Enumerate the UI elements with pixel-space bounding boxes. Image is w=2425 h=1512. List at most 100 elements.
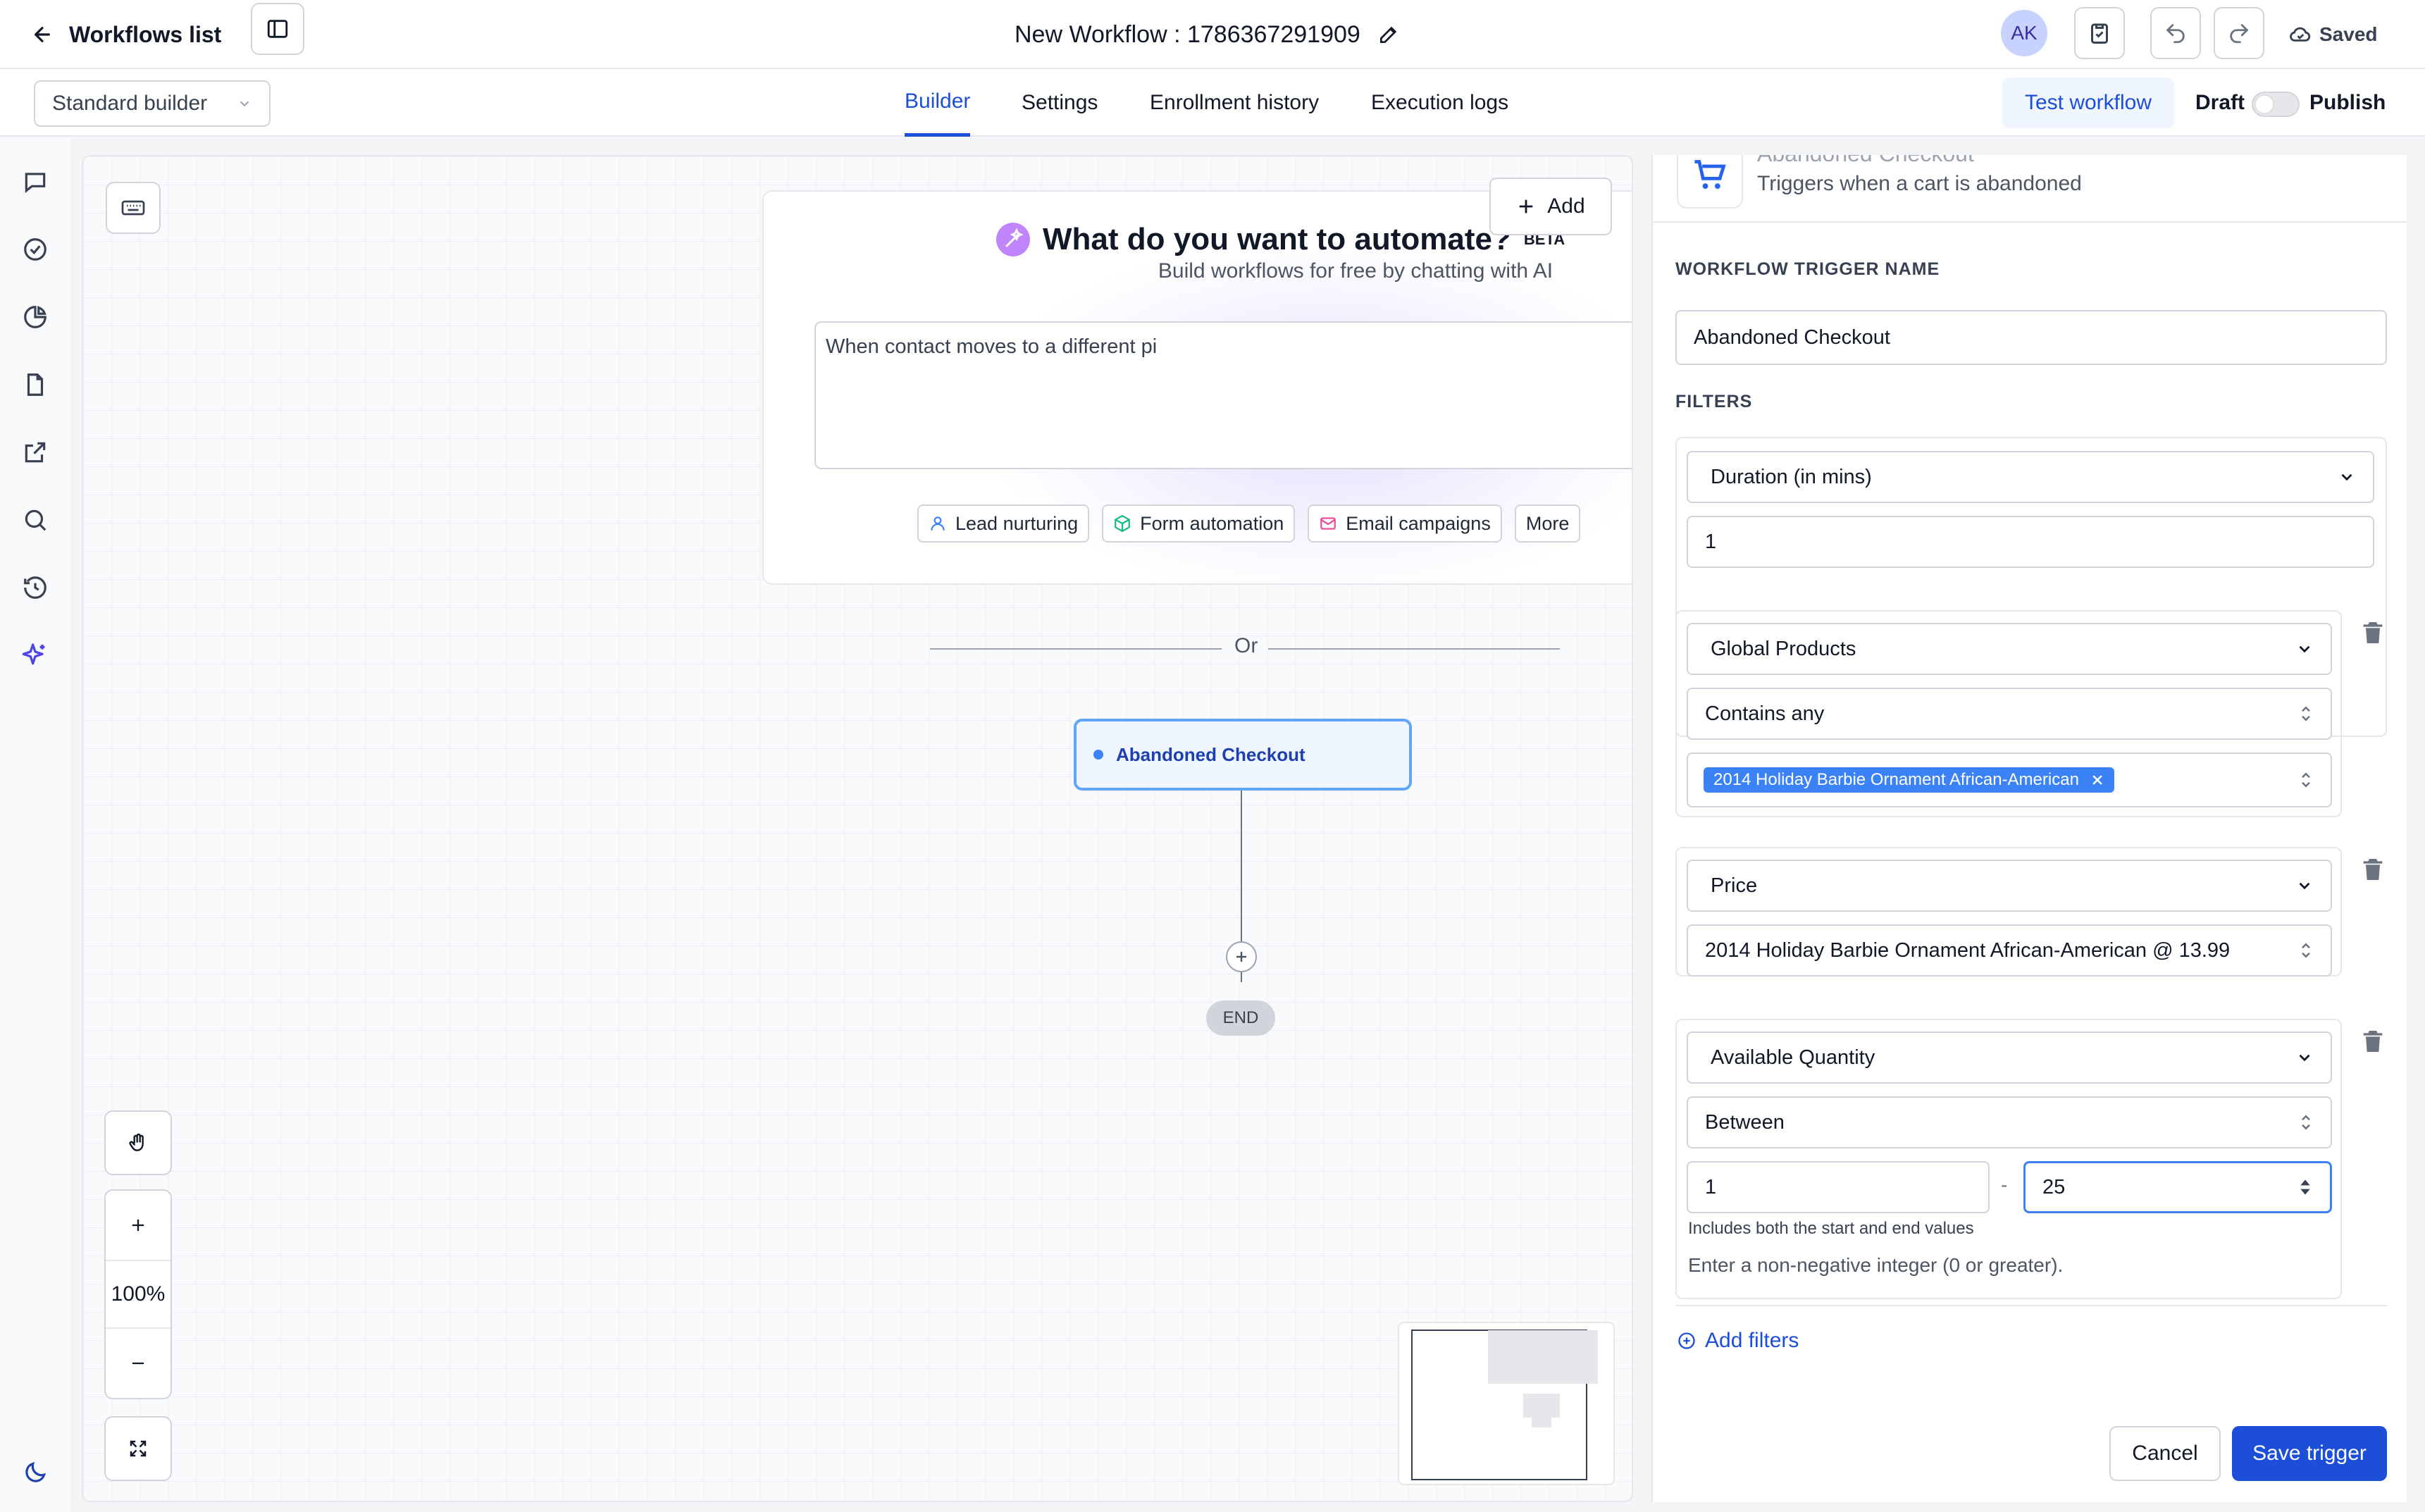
- builder-mode-select[interactable]: Standard builder: [34, 80, 271, 127]
- range-hint: Includes both the start and end values: [1688, 1219, 1974, 1238]
- selected-product-tag[interactable]: 2014 Holiday Barbie Ornament African-Ame…: [1704, 767, 2114, 793]
- canvas-minimap[interactable]: [1398, 1322, 1615, 1485]
- chip-more[interactable]: More: [1514, 504, 1581, 543]
- chip-label: Form automation: [1140, 512, 1284, 534]
- expand-icon: [128, 1438, 149, 1459]
- duration-input[interactable]: 1: [1687, 516, 2374, 568]
- document-icon[interactable]: [20, 369, 51, 400]
- end-node: END: [1206, 1000, 1275, 1036]
- chip-email-campaigns[interactable]: Email campaigns: [1308, 504, 1502, 543]
- minus-icon: [132, 1362, 144, 1365]
- divider-right: [1268, 648, 1560, 650]
- chevron-down-icon: [237, 96, 252, 111]
- trash-icon: [2363, 622, 2383, 643]
- check-circle-icon[interactable]: [20, 234, 51, 265]
- operator-select[interactable]: Contains any: [1687, 688, 2332, 740]
- chip-form-automation[interactable]: Form automation: [1102, 504, 1296, 543]
- close-icon[interactable]: [2090, 773, 2104, 787]
- history-icon[interactable]: [20, 572, 51, 603]
- product-multiselect[interactable]: 2014 Holiday Barbie Ornament African-Ame…: [1687, 752, 2332, 807]
- divider-left: [930, 648, 1222, 650]
- chevron-down-icon: [2338, 468, 2356, 486]
- ai-wand-icon: [996, 223, 1030, 256]
- range-help-text: Enter a non-negative integer (0 or great…: [1688, 1254, 2064, 1276]
- redo-icon: [2227, 21, 2251, 45]
- trigger-type-description: Triggers when a cart is abandoned: [1757, 172, 2082, 195]
- trigger-node-label: Abandoned Checkout: [1116, 743, 1305, 765]
- filter-field-select[interactable]: Price: [1687, 860, 2332, 912]
- chevron-updown-icon: [2298, 1112, 2314, 1133]
- ai-prompt-input[interactable]: When contact moves to a different pi: [814, 321, 1632, 469]
- delete-filter-button[interactable]: [2359, 854, 2387, 885]
- workflow-canvas[interactable]: What do you want to automate? BETA Build…: [82, 155, 1633, 1502]
- ai-prompt-value: When contact moves to a different pi: [826, 335, 1158, 358]
- builder-toolbar: Standard builder Builder Settings Enroll…: [0, 69, 2425, 137]
- tab-builder[interactable]: Builder: [905, 69, 971, 137]
- pan-tool-button[interactable]: [104, 1110, 172, 1175]
- cart-icon: [1677, 155, 1743, 209]
- builder-mode-value: Standard builder: [52, 92, 208, 115]
- filter-field-value: Global Products: [1711, 637, 1856, 660]
- zoom-in-button[interactable]: [106, 1191, 170, 1260]
- workflow-notes-button[interactable]: [2074, 7, 2125, 59]
- quantity-min-input[interactable]: 1: [1687, 1161, 1990, 1213]
- undo-icon: [2164, 21, 2188, 45]
- trash-icon: [2363, 1031, 2383, 1052]
- delete-filter-button[interactable]: [2359, 617, 2387, 648]
- pencil-icon[interactable]: [1377, 23, 1400, 46]
- chevron-down-icon: [2295, 1048, 2314, 1067]
- redo-button[interactable]: [2214, 7, 2264, 59]
- number-stepper-icon[interactable]: [2297, 1176, 2313, 1198]
- tab-enrollment-history[interactable]: Enrollment history: [1150, 69, 1319, 137]
- node-status-dot: [1093, 750, 1103, 760]
- user-avatar[interactable]: AK: [2001, 10, 2047, 56]
- operator-select[interactable]: Between: [1687, 1096, 2332, 1148]
- add-filters-label: Add filters: [1705, 1329, 1799, 1352]
- chip-lead-nurturing[interactable]: Lead nurturing: [917, 504, 1090, 543]
- search-icon[interactable]: [20, 504, 51, 535]
- or-label: Or: [1234, 634, 1258, 657]
- add-action-button[interactable]: Add: [1489, 178, 1612, 235]
- cube-icon: [1113, 514, 1131, 533]
- zoom-controls: 100%: [104, 1189, 172, 1399]
- delete-filter-button[interactable]: [2359, 1026, 2387, 1057]
- filter-field-select[interactable]: Available Quantity: [1687, 1031, 2332, 1084]
- add-step-button[interactable]: [1226, 941, 1257, 972]
- toggle-sidebar-button[interactable]: [251, 3, 304, 55]
- keyboard-icon: [120, 195, 146, 221]
- trigger-name-input[interactable]: Abandoned Checkout: [1675, 310, 2387, 365]
- keyboard-shortcuts-button[interactable]: [106, 182, 161, 234]
- save-trigger-button[interactable]: Save trigger: [2232, 1426, 2387, 1481]
- undo-button[interactable]: [2150, 7, 2201, 59]
- chat-icon[interactable]: [20, 166, 51, 197]
- add-filters-button[interactable]: Add filters: [1677, 1329, 1799, 1353]
- tab-execution-logs[interactable]: Execution logs: [1371, 69, 1508, 137]
- filters-divider: [1675, 1305, 2387, 1306]
- fit-view-button[interactable]: [104, 1416, 172, 1481]
- sidebar-panel-icon: [266, 17, 290, 41]
- test-workflow-button[interactable]: Test workflow: [2002, 78, 2174, 128]
- back-to-workflows-link[interactable]: Workflows list: [31, 13, 221, 56]
- hand-icon: [127, 1132, 149, 1154]
- clipboard-check-icon: [2087, 20, 2112, 46]
- sparkles-icon[interactable]: [20, 640, 51, 671]
- zoom-out-button[interactable]: [106, 1329, 170, 1398]
- external-link-icon[interactable]: [20, 437, 51, 468]
- plus-icon: [1516, 197, 1536, 216]
- cancel-button[interactable]: Cancel: [2109, 1426, 2221, 1481]
- trigger-config-panel: Abandoned Checkout Triggers when a cart …: [1651, 155, 2407, 1502]
- quantity-max-input[interactable]: 25: [2023, 1161, 2332, 1213]
- filter-field-select[interactable]: Duration (in mins): [1687, 451, 2374, 503]
- panel-header: Abandoned Checkout Triggers when a cart …: [1653, 155, 2407, 223]
- tab-settings[interactable]: Settings: [1022, 69, 1098, 137]
- trigger-node-abandoned-checkout[interactable]: Abandoned Checkout: [1074, 719, 1412, 791]
- left-nav-rail: [0, 137, 70, 1512]
- plus-circle-icon: [1677, 1331, 1697, 1351]
- plus-icon: [1236, 952, 1246, 962]
- price-select[interactable]: 2014 Holiday Barbie Ornament African-Ame…: [1687, 924, 2332, 977]
- moon-icon[interactable]: [20, 1457, 51, 1488]
- publish-toggle[interactable]: [2252, 92, 2300, 117]
- pie-chart-icon[interactable]: [20, 302, 51, 333]
- quantity-min-value: 1: [1705, 1175, 1717, 1198]
- filter-field-select[interactable]: Global Products: [1687, 623, 2332, 675]
